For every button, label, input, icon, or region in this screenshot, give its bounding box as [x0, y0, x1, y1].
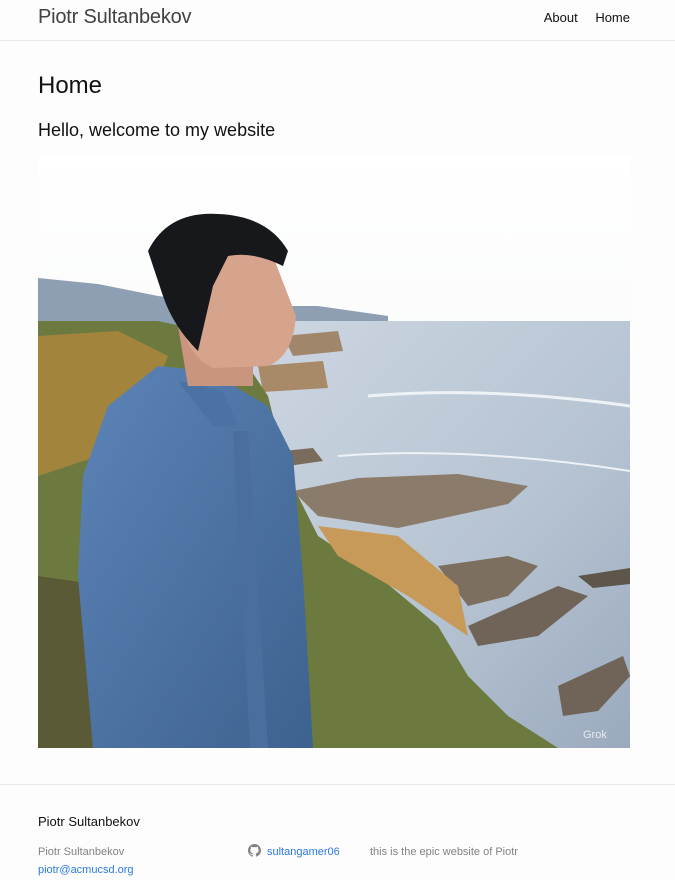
- intro-text: Hello, welcome to my website: [38, 120, 276, 140]
- site-title-link[interactable]: Piotr Sultanbekov: [38, 6, 192, 29]
- nav-link-about[interactable]: About: [544, 10, 578, 25]
- page-title: Home: [38, 72, 103, 99]
- portrait-image: Grok: [38, 156, 630, 748]
- image-watermark: Grok: [583, 729, 607, 741]
- footer-github-link[interactable]: sultangamer06: [248, 844, 340, 858]
- site-header: Piotr Sultanbekov About Home: [0, 0, 675, 41]
- nav-link-home[interactable]: Home: [595, 10, 630, 25]
- footer-email-link[interactable]: piotr@acmucsd.org: [38, 864, 134, 876]
- footer-heading: Piotr Sultanbekov: [38, 814, 140, 829]
- footer-description: this is the epic website of Piotr: [370, 846, 518, 858]
- site-nav: About Home: [530, 10, 630, 25]
- github-icon: [248, 844, 261, 857]
- github-username: sultangamer06: [267, 846, 340, 858]
- footer-name: Piotr Sultanbekov: [38, 846, 125, 858]
